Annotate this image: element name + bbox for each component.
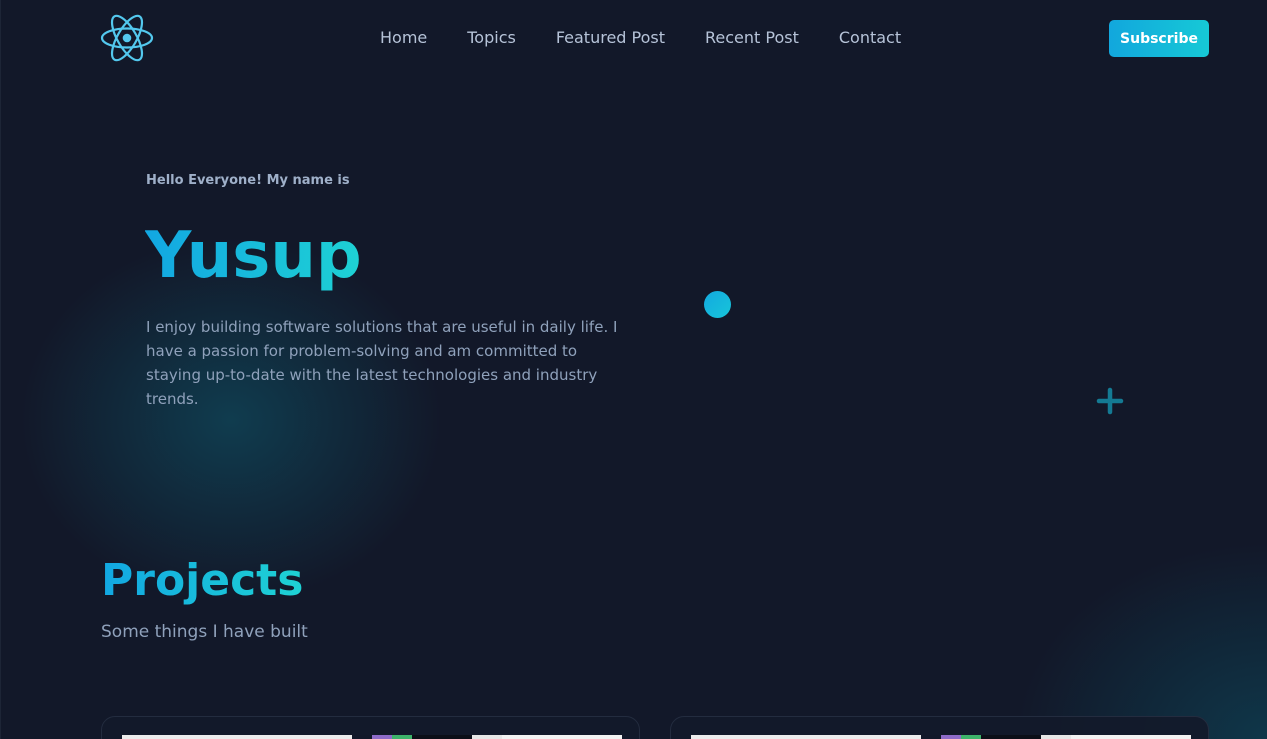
page: Home Topics Featured Post Recent Post Co… xyxy=(0,0,1267,739)
react-atom-icon[interactable] xyxy=(100,13,154,63)
nav-link-contact[interactable]: Contact xyxy=(839,28,901,47)
hero-name: Yusup xyxy=(145,216,362,296)
top-nav: Home Topics Featured Post Recent Post Co… xyxy=(1,0,1267,78)
project-card-preview xyxy=(691,735,1191,739)
subscribe-button[interactable]: Subscribe xyxy=(1109,20,1209,57)
nav-link-topics[interactable]: Topics xyxy=(467,28,516,47)
nav-link-home[interactable]: Home xyxy=(380,28,427,47)
project-card[interactable] xyxy=(670,716,1209,739)
project-card-preview xyxy=(122,735,622,739)
decorative-dot xyxy=(704,291,731,318)
hero-description: I enjoy building software solutions that… xyxy=(146,318,618,408)
projects-subtitle: Some things I have built xyxy=(101,622,308,642)
hero-greeting: Hello Everyone! My name is xyxy=(146,173,350,188)
plus-icon xyxy=(1095,386,1125,416)
nav-link-featured-post[interactable]: Featured Post xyxy=(556,28,665,47)
projects-title: Projects xyxy=(101,553,303,609)
nav-link-recent-post[interactable]: Recent Post xyxy=(705,28,799,47)
nav-links: Home Topics Featured Post Recent Post Co… xyxy=(380,28,901,47)
project-card[interactable] xyxy=(101,716,640,739)
